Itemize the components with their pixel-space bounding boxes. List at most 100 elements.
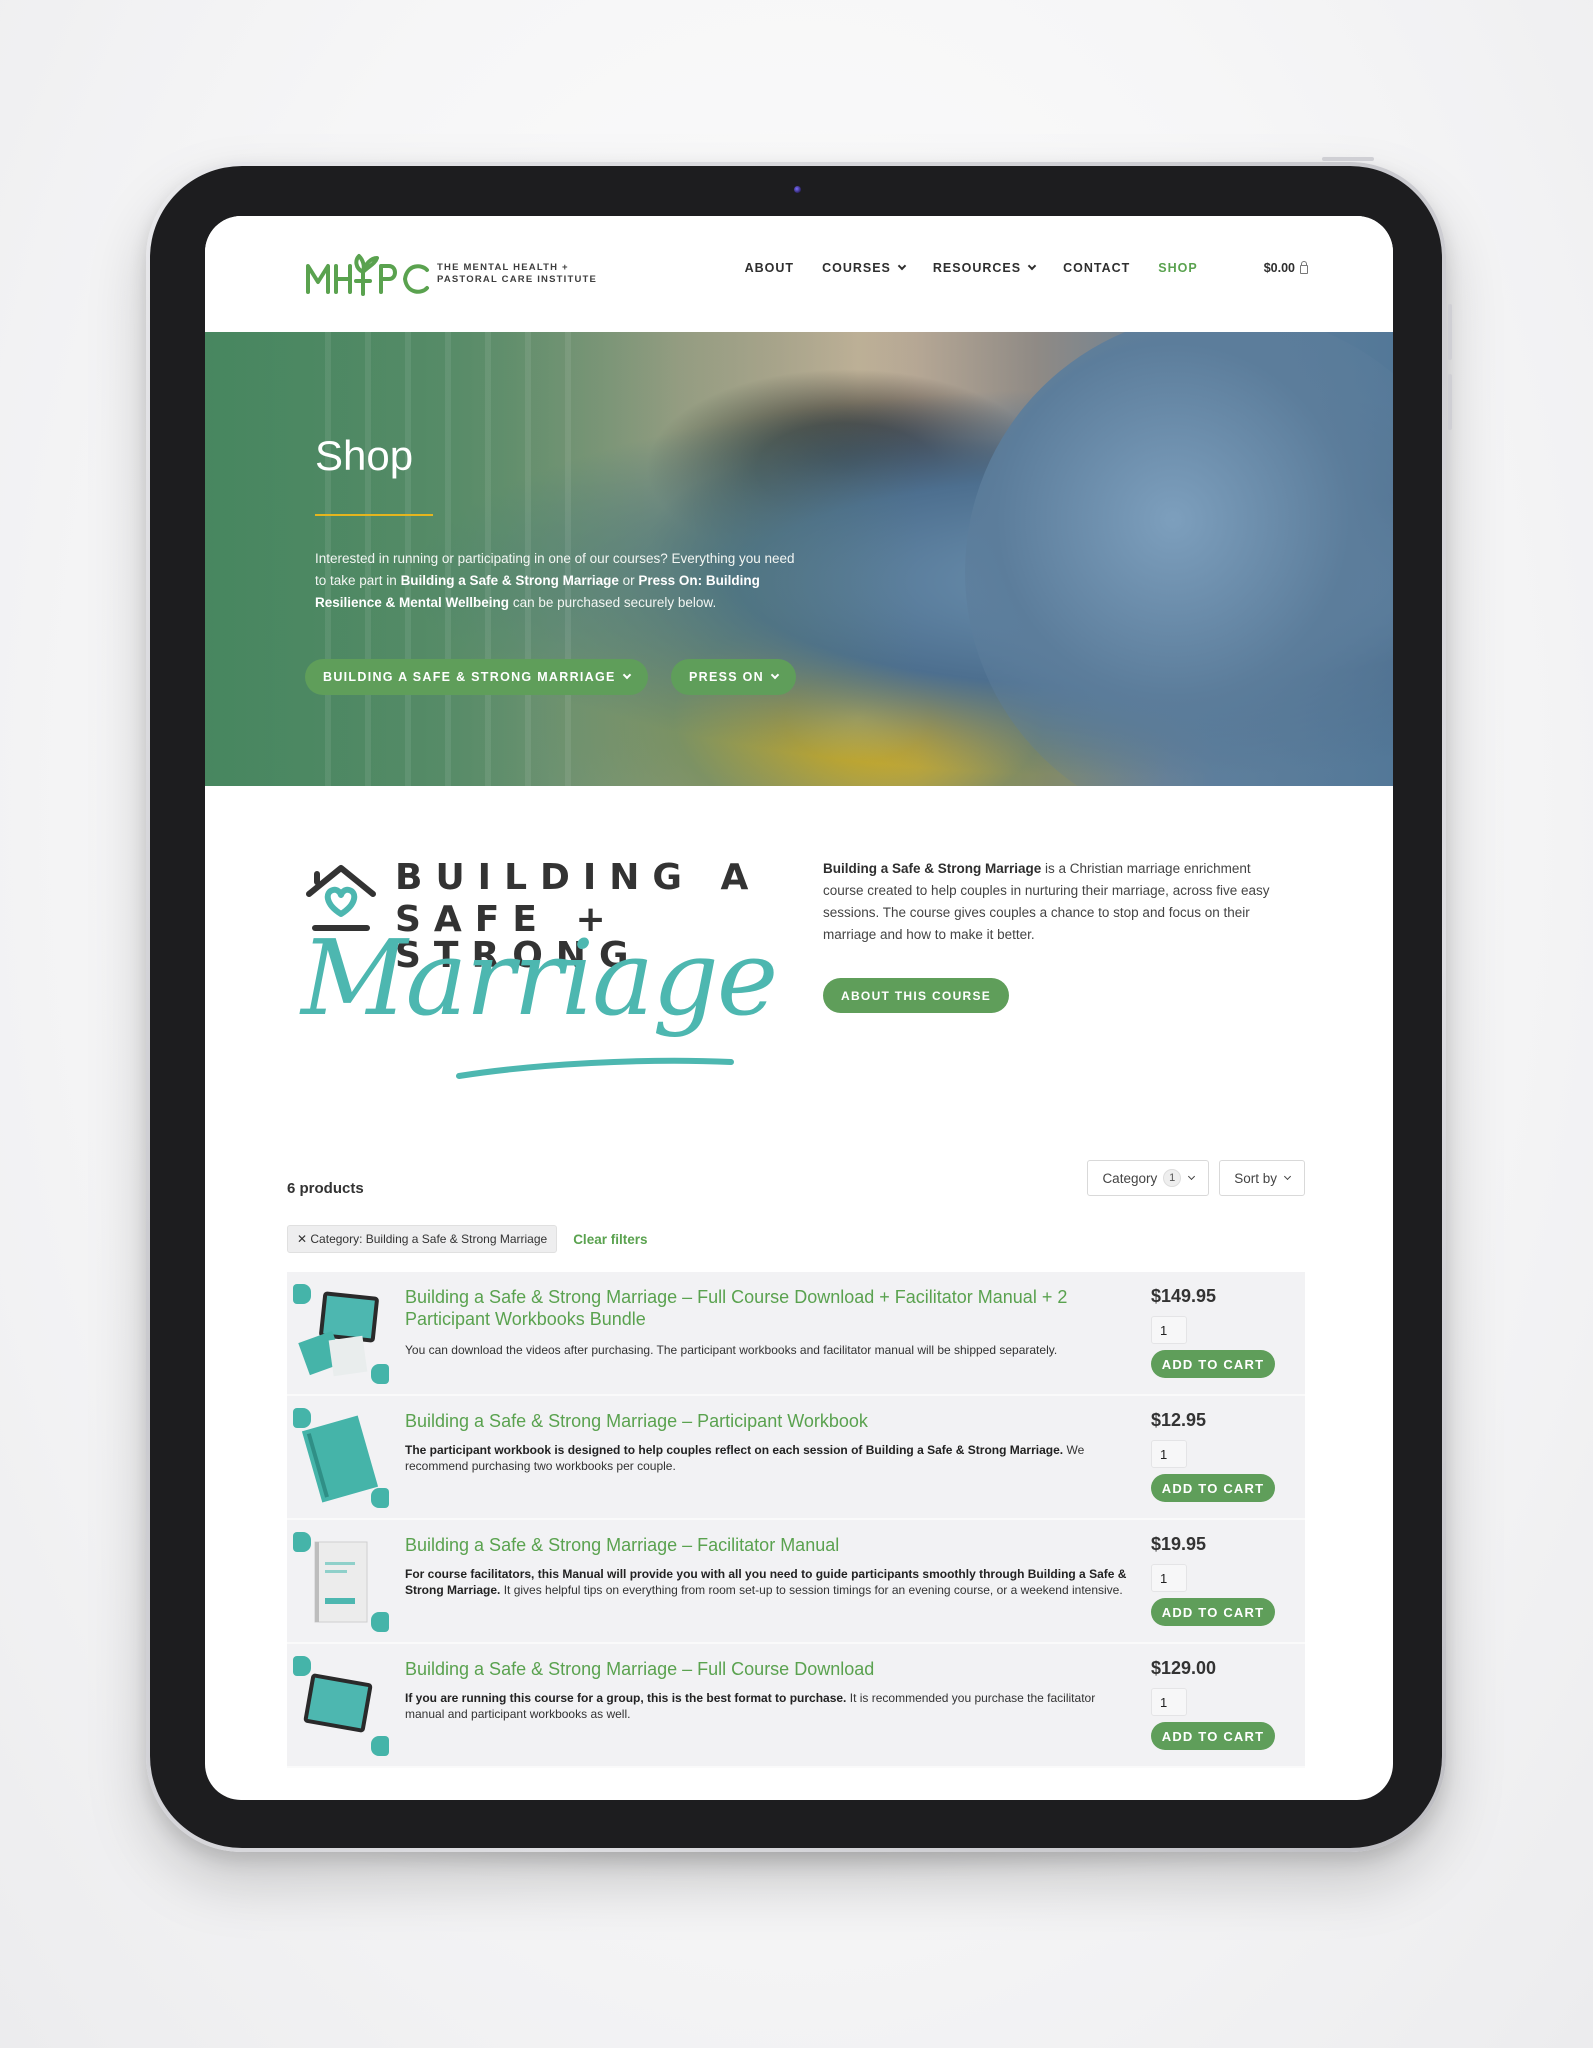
category-filter-count: 1 bbox=[1163, 1169, 1182, 1187]
about-course-button[interactable]: ABOUT THIS COURSE bbox=[823, 978, 1010, 1013]
press-on-button[interactable]: PRESS ON bbox=[671, 659, 796, 695]
product-thumbnail[interactable] bbox=[293, 1284, 389, 1384]
hero-text-3: can be purchased securely below. bbox=[509, 595, 717, 610]
nav-about[interactable]: ABOUT bbox=[745, 261, 794, 275]
nav-shop-label: SHOP bbox=[1158, 261, 1198, 275]
sort-by-label: Sort by bbox=[1234, 1170, 1277, 1186]
press-on-button-label: PRESS ON bbox=[689, 670, 764, 684]
product-description-bold: The participant workbook is designed to … bbox=[405, 1443, 1064, 1457]
product-count: 6 products bbox=[287, 1180, 364, 1197]
bezel: THE MENTAL HEALTH + PASTORAL CARE INSTIT… bbox=[150, 166, 1442, 1848]
tablet-device-frame: THE MENTAL HEALTH + PASTORAL CARE INSTIT… bbox=[146, 157, 1452, 1852]
product-row: Building a Safe & Strong Marriage – Part… bbox=[287, 1396, 1305, 1520]
add-to-cart-button[interactable]: ADD TO CART bbox=[1151, 1598, 1275, 1626]
nav-courses[interactable]: COURSES bbox=[822, 261, 907, 275]
close-icon: ✕ bbox=[297, 1232, 311, 1246]
chevron-down-icon bbox=[622, 670, 631, 680]
play-badge-icon bbox=[371, 1736, 389, 1756]
filter-controls: Category 1 Sort by bbox=[1077, 1160, 1305, 1196]
product-price: $129.00 bbox=[1151, 1658, 1217, 1678]
course-logo-line-1: BUILDING A bbox=[395, 857, 762, 898]
script-swash bbox=[456, 1057, 734, 1079]
bundle-badge-icon bbox=[371, 1364, 389, 1384]
product-price: $12.95 bbox=[1151, 1410, 1207, 1430]
about-course-button-label: ABOUT THIS COURSE bbox=[841, 988, 992, 1003]
hero-text-2: or bbox=[618, 573, 639, 588]
product-title-link[interactable]: Building a Safe & Strong Marriage – Part… bbox=[405, 1410, 1135, 1432]
add-to-cart-button[interactable]: ADD TO CART bbox=[1151, 1474, 1275, 1502]
chevron-down-icon bbox=[1283, 1172, 1292, 1180]
add-to-cart-button[interactable]: ADD TO CART bbox=[1151, 1350, 1275, 1378]
power-button bbox=[1322, 157, 1374, 161]
volume-down-button bbox=[1448, 374, 1452, 430]
nav-contact[interactable]: CONTACT bbox=[1063, 261, 1130, 275]
product-description-bold: If you are running this course for a gro… bbox=[405, 1691, 847, 1705]
product-description-rest: You can download the videos after purcha… bbox=[405, 1343, 1058, 1357]
nav-courses-label: COURSES bbox=[822, 261, 891, 275]
product-thumbnail[interactable] bbox=[293, 1656, 389, 1756]
chevron-down-icon bbox=[1027, 261, 1037, 271]
logo-line-2: PASTORAL CARE INSTITUTE bbox=[437, 274, 598, 285]
quantity-input[interactable] bbox=[1151, 1688, 1187, 1716]
category-filter-button[interactable]: Category 1 bbox=[1087, 1160, 1210, 1196]
chevron-down-icon bbox=[770, 670, 780, 680]
screen: THE MENTAL HEALTH + PASTORAL CARE INSTIT… bbox=[205, 216, 1393, 1800]
course-logo-script: Marriage bbox=[301, 917, 778, 1039]
product-description: You can download the videos after purcha… bbox=[405, 1342, 1135, 1358]
product-thumbnail[interactable] bbox=[293, 1408, 389, 1508]
mhpc-logo-icon bbox=[306, 254, 429, 296]
book-badge-icon bbox=[371, 1488, 389, 1508]
product-description: The participant workbook is designed to … bbox=[405, 1442, 1135, 1474]
book-badge-icon bbox=[371, 1612, 389, 1632]
course-badge-icon bbox=[293, 1408, 311, 1428]
nav-shop[interactable]: SHOP bbox=[1158, 261, 1197, 275]
course-description-bold: Building a Safe & Strong Marriage bbox=[823, 861, 1042, 876]
sort-by-button[interactable]: Sort by bbox=[1219, 1160, 1305, 1196]
active-filter-chip[interactable]: ✕ Category: Building a Safe & Strong Mar… bbox=[287, 1225, 558, 1253]
site-logo[interactable]: THE MENTAL HEALTH + PASTORAL CARE INSTIT… bbox=[305, 252, 597, 296]
quantity-input[interactable] bbox=[1151, 1316, 1187, 1344]
hero-description: Interested in running or participating i… bbox=[315, 548, 805, 614]
logo-line-1: THE MENTAL HEALTH + bbox=[437, 262, 569, 273]
active-filter-label: Category: Building a Safe & Strong Marri… bbox=[310, 1232, 548, 1246]
product-title-link[interactable]: Building a Safe & Strong Marriage – Full… bbox=[405, 1286, 1135, 1330]
hero-banner: Shop Interested in running or participat… bbox=[205, 332, 1393, 786]
cart-link[interactable]: $0.00 bbox=[1263, 260, 1308, 275]
product-description: If you are running this course for a gro… bbox=[405, 1690, 1135, 1722]
course-badge-icon bbox=[293, 1532, 311, 1552]
course-logo: BUILDING A SAFE + STRONG Marriage bbox=[301, 856, 778, 1096]
front-camera-icon bbox=[794, 186, 801, 193]
course-badge-icon bbox=[293, 1284, 311, 1304]
page-title: Shop bbox=[315, 432, 414, 479]
product-title-link[interactable]: Building a Safe & Strong Marriage – Full… bbox=[405, 1658, 1135, 1680]
marriage-course-button-label: BUILDING A SAFE & STRONG MARRIAGE bbox=[323, 670, 616, 684]
active-filters: ✕ Category: Building a Safe & Strong Mar… bbox=[287, 1225, 647, 1253]
product-description: For course facilitators, this Manual wil… bbox=[405, 1566, 1135, 1598]
product-title-link[interactable]: Building a Safe & Strong Marriage – Faci… bbox=[405, 1534, 1135, 1556]
course-intro: BUILDING A SAFE + STRONG Marriage Buildi… bbox=[205, 786, 1393, 1216]
category-filter-label: Category bbox=[1102, 1170, 1158, 1186]
quantity-input[interactable] bbox=[1151, 1564, 1187, 1592]
course-description: Building a Safe & Strong Marriage is a C… bbox=[823, 858, 1293, 946]
chevron-down-icon bbox=[1188, 1172, 1196, 1180]
product-row: Building a Safe & Strong Marriage – Full… bbox=[287, 1644, 1305, 1768]
product-list: Building a Safe & Strong Marriage – Full… bbox=[287, 1272, 1305, 1768]
shopping-bag-icon bbox=[1300, 260, 1308, 274]
hero-photo-figure bbox=[965, 332, 1393, 786]
add-to-cart-button[interactable]: ADD TO CART bbox=[1151, 1722, 1275, 1750]
volume-up-button bbox=[1448, 304, 1452, 360]
clear-filters-link[interactable]: Clear filters bbox=[573, 1232, 647, 1247]
logo-text: THE MENTAL HEALTH + PASTORAL CARE INSTIT… bbox=[437, 262, 597, 286]
hero-text-bold-1: Building a Safe & Strong Marriage bbox=[400, 573, 619, 588]
quantity-input[interactable] bbox=[1151, 1440, 1187, 1468]
nav-resources[interactable]: RESOURCES bbox=[932, 261, 1037, 275]
marriage-course-button[interactable]: BUILDING A SAFE & STRONG MARRIAGE bbox=[305, 659, 648, 695]
product-thumbnail[interactable] bbox=[293, 1532, 389, 1632]
chevron-down-icon bbox=[897, 261, 907, 271]
product-price: $149.95 bbox=[1151, 1286, 1217, 1306]
title-underline bbox=[315, 514, 433, 516]
cart-total: $0.00 bbox=[1263, 261, 1295, 275]
site-header: THE MENTAL HEALTH + PASTORAL CARE INSTIT… bbox=[205, 216, 1393, 332]
product-price: $19.95 bbox=[1151, 1534, 1207, 1554]
nav-resources-label: RESOURCES bbox=[932, 261, 1022, 275]
